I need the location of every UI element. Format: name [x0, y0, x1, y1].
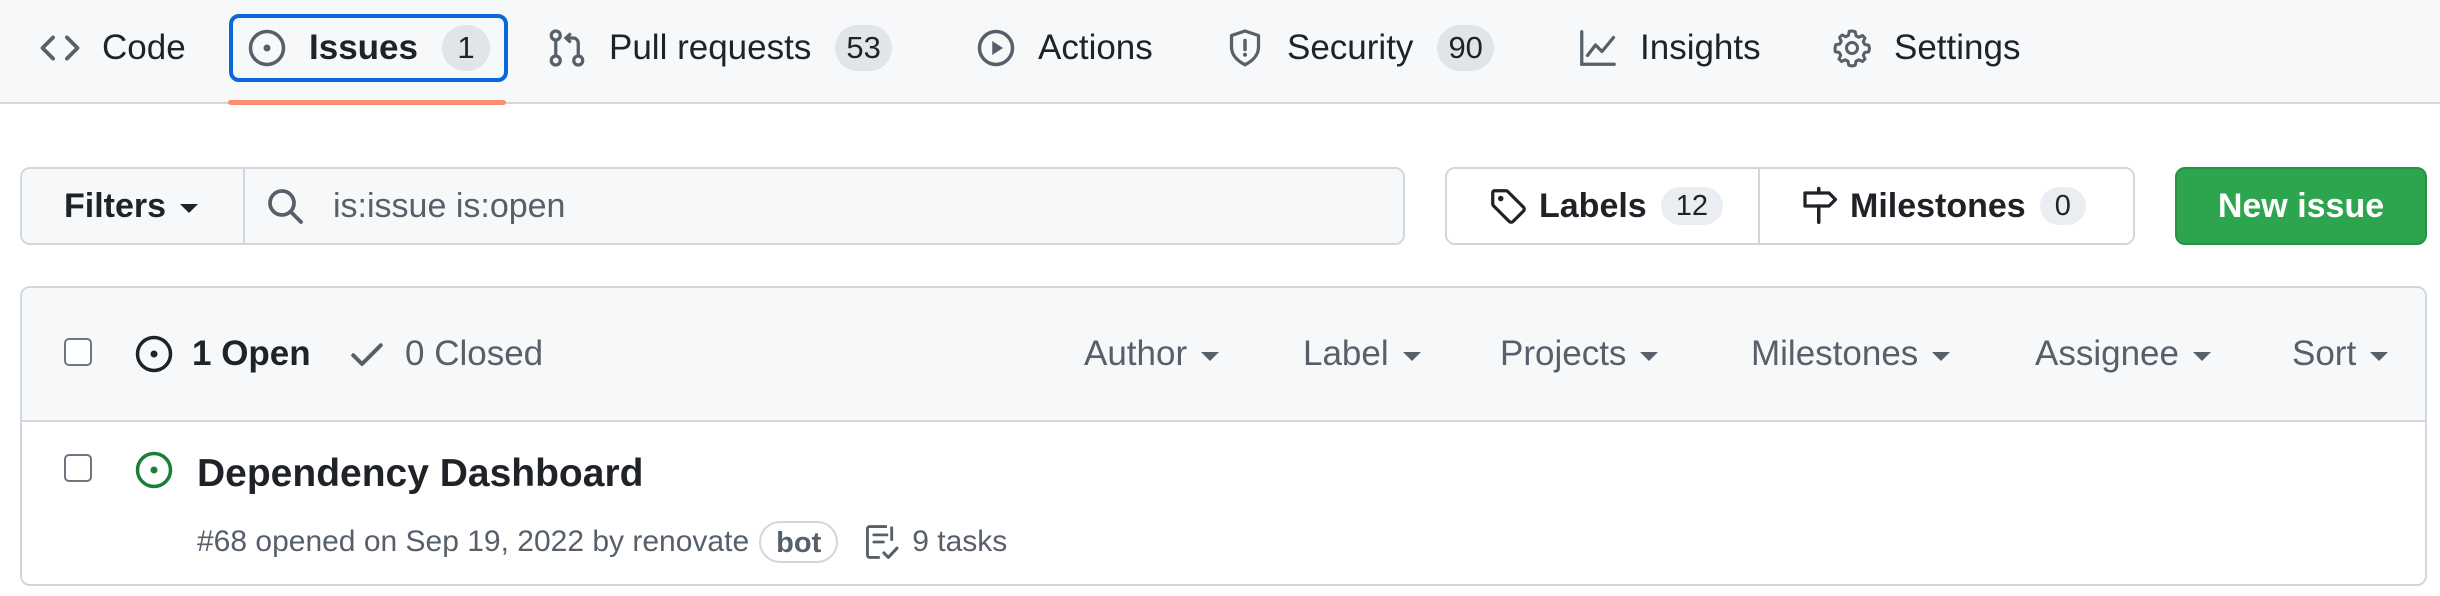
chevron-down-icon: [180, 203, 199, 213]
check-icon: [351, 343, 383, 366]
assignee-filter-label: Assignee: [2035, 334, 2179, 373]
issue-open-status-icon: [135, 451, 173, 489]
filters-dropdown-button[interactable]: Filters: [22, 169, 245, 243]
issue-row[interactable]: Dependency Dashboard #68 opened on Sep 1…: [22, 422, 2425, 584]
milestone-icon: [1803, 186, 1838, 224]
tab-pull-requests-label: Pull requests: [609, 28, 812, 67]
issues-counter: 1: [441, 25, 490, 71]
chevron-down-icon: [2192, 351, 2211, 361]
play-icon: [977, 29, 1015, 67]
repo-nav: Code Issues 1 Pull requests 53 Actions S…: [0, 0, 2440, 105]
chevron-down-icon: [1932, 351, 1951, 361]
tab-actions-label: Actions: [1038, 28, 1153, 67]
labels-button-label: Labels: [1539, 186, 1647, 225]
author-filter[interactable]: Author: [1084, 332, 1220, 376]
new-issue-button[interactable]: New issue: [2175, 167, 2427, 245]
search-input[interactable]: [331, 185, 1403, 227]
tag-icon: [1491, 189, 1526, 224]
search-icon: [268, 189, 303, 224]
tab-issues[interactable]: Issues 1: [229, 14, 508, 82]
label-filter[interactable]: Label: [1303, 332, 1421, 376]
projects-filter[interactable]: Projects: [1500, 332, 1659, 376]
shield-icon: [1229, 29, 1261, 67]
milestones-counter: 0: [2039, 187, 2086, 225]
milestones-filter[interactable]: Milestones: [1751, 332, 1951, 376]
issue-meta-text: #68 opened on Sep 19, 2022 by renovate: [197, 525, 750, 558]
labels-button[interactable]: Labels 12: [1447, 169, 1760, 243]
tab-settings-label: Settings: [1894, 28, 2021, 67]
tab-actions[interactable]: Actions: [976, 14, 1153, 82]
labels-counter: 12: [1660, 187, 1723, 225]
chevron-down-icon: [1640, 351, 1659, 361]
gear-icon: [1833, 29, 1871, 68]
issue-opened-icon: [135, 335, 173, 373]
search-box: [245, 169, 1403, 243]
issues-list-header: 1 Open 0 Closed Author Label Projects Mi…: [22, 288, 2425, 422]
sort-filter-label: Sort: [2292, 334, 2357, 373]
selected-tab-underline: [228, 100, 506, 105]
tab-insights[interactable]: Insights: [1578, 14, 1761, 82]
tab-insights-label: Insights: [1640, 28, 1761, 67]
author-filter-label: Author: [1084, 334, 1188, 373]
filters-button-label: Filters: [64, 186, 167, 225]
chevron-down-icon: [1402, 351, 1421, 361]
task-progress[interactable]: 9 tasks: [862, 523, 1007, 561]
tab-security-label: Security: [1287, 28, 1414, 67]
bot-badge: bot: [759, 521, 839, 563]
filter-bar: Filters: [20, 167, 1405, 245]
tab-security[interactable]: Security 90: [1225, 14, 1494, 82]
checklist-icon: [866, 525, 899, 559]
milestones-button-label: Milestones: [1850, 186, 2026, 225]
open-count-label: 1 Open: [192, 334, 311, 373]
tab-settings[interactable]: Settings: [1832, 14, 2020, 82]
closed-issues-toggle[interactable]: 0 Closed: [347, 332, 543, 376]
chevron-down-icon: [1201, 351, 1220, 361]
security-counter: 90: [1437, 25, 1494, 71]
tab-code-label: Code: [102, 28, 186, 67]
task-count: 9 tasks: [912, 525, 1008, 558]
projects-filter-label: Projects: [1500, 334, 1627, 373]
code-icon: [40, 35, 80, 61]
tab-pull-requests[interactable]: Pull requests 53: [547, 14, 892, 82]
labels-milestones-group: Labels 12 Milestones 0: [1445, 167, 2135, 245]
select-all-checkbox[interactable]: [64, 338, 92, 366]
git-pull-request-icon: [549, 29, 585, 67]
sort-filter[interactable]: Sort: [2292, 332, 2389, 376]
graph-icon: [1580, 30, 1616, 66]
label-filter-label: Label: [1303, 334, 1389, 373]
issue-checkbox[interactable]: [64, 454, 92, 482]
issue-meta: #68 opened on Sep 19, 2022 by renovate b…: [197, 519, 1007, 565]
pull-requests-counter: 53: [835, 25, 892, 71]
tab-code[interactable]: Code: [40, 14, 186, 82]
milestones-filter-label: Milestones: [1751, 334, 1919, 373]
issues-list: 1 Open 0 Closed Author Label Projects Mi…: [20, 286, 2427, 586]
tab-issues-label: Issues: [309, 28, 418, 67]
open-issues-toggle[interactable]: 1 Open: [134, 332, 311, 376]
issue-opened-icon: [248, 29, 286, 67]
issue-title-link[interactable]: Dependency Dashboard: [197, 452, 643, 496]
assignee-filter[interactable]: Assignee: [2035, 332, 2211, 376]
chevron-down-icon: [2370, 351, 2389, 361]
milestones-button[interactable]: Milestones 0: [1760, 169, 2133, 243]
closed-count-label: 0 Closed: [405, 334, 544, 373]
